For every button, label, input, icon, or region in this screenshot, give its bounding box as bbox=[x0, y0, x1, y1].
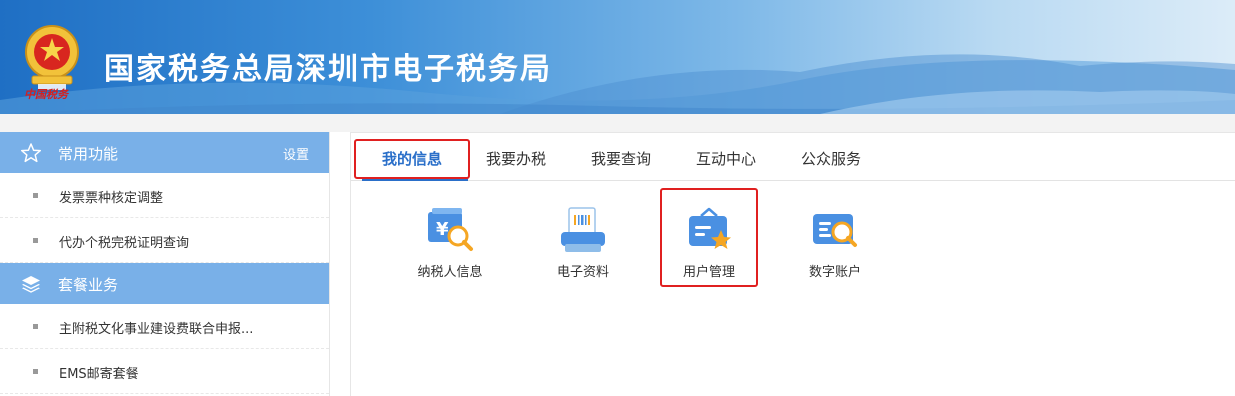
layers-icon bbox=[22, 276, 40, 293]
main-panel: 我的信息 我要办税 我要查询 互动中心 公众服务 ¥ 纳税人信息 电子资料 用户… bbox=[350, 132, 1235, 396]
sidebar-item-label: EMS邮寄套餐 bbox=[59, 367, 139, 382]
app-label: 电子资料 bbox=[556, 265, 609, 280]
sidebar-item-label: 发票票种核定调整 bbox=[59, 191, 164, 206]
digital-account-icon bbox=[813, 214, 857, 247]
app-digital-account[interactable]: 数字账户 bbox=[785, 198, 885, 288]
sidebar-item-label: 主附税文化事业建设费联合申报... bbox=[59, 322, 254, 337]
bullet-icon bbox=[33, 193, 38, 198]
sidebar-section-common[interactable]: 常用功能 设置 bbox=[0, 132, 329, 173]
sidebar-item-joint-declaration[interactable]: 主附税文化事业建设费联合申报... bbox=[0, 304, 329, 349]
tab-query[interactable]: 我要查询 bbox=[591, 148, 651, 169]
site-title: 国家税务总局深圳市电子税务局 bbox=[104, 52, 552, 87]
sidebar-section-title: 常用功能 bbox=[58, 145, 119, 163]
app-taxpayer-info[interactable]: ¥ 纳税人信息 bbox=[400, 198, 500, 288]
tab-bar: 我的信息 我要办税 我要查询 互动中心 公众服务 bbox=[351, 133, 1235, 181]
site-header: 中国税务 国家税务总局深圳市电子税务局 bbox=[0, 0, 1235, 114]
sidebar-section-packages[interactable]: 套餐业务 bbox=[0, 263, 329, 304]
bullet-icon bbox=[33, 369, 38, 374]
tab-interaction-center[interactable]: 互动中心 bbox=[696, 148, 756, 169]
sidebar-item-invoice-type[interactable]: 发票票种核定调整 bbox=[0, 173, 329, 218]
sidebar-section-title: 套餐业务 bbox=[58, 276, 119, 294]
sidebar-item-tax-certificate[interactable]: 代办个税完税证明查询 bbox=[0, 218, 329, 263]
highlight-box-tab bbox=[354, 139, 470, 179]
sidebar: 常用功能 设置 发票票种核定调整 代办个税完税证明查询 套餐业务 主附税文化事业… bbox=[0, 132, 330, 396]
bullet-icon bbox=[33, 238, 38, 243]
highlight-box-app bbox=[660, 188, 758, 287]
sidebar-item-ems-package[interactable]: EMS邮寄套餐 bbox=[0, 349, 329, 394]
sidebar-item-label: 代办个税完税证明查询 bbox=[59, 236, 190, 251]
taxpayer-info-icon: ¥ bbox=[428, 208, 473, 251]
svg-text:¥: ¥ bbox=[436, 219, 449, 240]
tab-public-service[interactable]: 公众服务 bbox=[801, 148, 861, 169]
header-spacer bbox=[0, 114, 1235, 132]
star-icon bbox=[20, 143, 42, 163]
app-label: 数字账户 bbox=[808, 265, 861, 280]
app-electronic-data[interactable]: 电子资料 bbox=[533, 198, 633, 288]
electronic-data-icon bbox=[561, 207, 605, 252]
logo-caption: 中国税务 bbox=[24, 88, 68, 101]
tab-tax-handling[interactable]: 我要办税 bbox=[486, 148, 546, 169]
app-label: 纳税人信息 bbox=[417, 265, 483, 280]
bullet-icon bbox=[33, 324, 38, 329]
settings-link[interactable]: 设置 bbox=[283, 144, 309, 163]
